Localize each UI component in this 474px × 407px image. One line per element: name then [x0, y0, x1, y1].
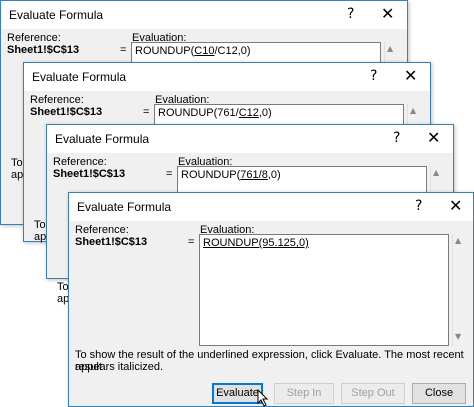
title-bar: Evaluate Formula ? ✕ — [24, 63, 430, 91]
help-icon[interactable]: ? — [347, 6, 354, 22]
evaluation-box[interactable]: ROUNDUP(95.125,0) — [199, 234, 449, 346]
evaluate-button[interactable]: Evaluate — [212, 383, 263, 404]
reference-value: Sheet1!$C$13 — [30, 106, 103, 118]
equals-sign: = — [166, 168, 173, 180]
scroll-up-icon[interactable]: ▲ — [455, 236, 461, 245]
close-icon[interactable]: ✕ — [404, 66, 417, 85]
expr-part-underlined: ROUNDUP(95.125,0) — [203, 237, 309, 249]
scroll-down-icon[interactable]: ▼ — [455, 332, 461, 341]
step-out-button[interactable]: Step Out — [341, 383, 405, 404]
message-fragment: To — [11, 157, 23, 169]
dialog-title: Evaluate Formula — [32, 70, 127, 84]
expr-part: ROUNDUP(761/ — [158, 107, 239, 119]
message-fragment: ap — [11, 169, 24, 181]
dialog-title: Evaluate Formula — [77, 200, 172, 214]
reference-label: Reference: — [30, 94, 84, 106]
title-bar: Evaluate Formula ? ✕ — [47, 125, 453, 153]
scroll-up-icon[interactable]: ▲ — [433, 168, 439, 177]
expr-part-underlined: C10 — [194, 45, 215, 57]
dialog-title: Evaluate Formula — [9, 8, 104, 22]
message-line-2: appears italicized. — [75, 361, 164, 373]
expr-part-underlined: 761/8 — [240, 169, 268, 181]
reference-value: Sheet1!$C$13 — [75, 236, 148, 248]
reference-label: Reference: — [75, 224, 129, 236]
expr-part: ROUNDUP( — [135, 45, 195, 57]
close-icon[interactable]: ✕ — [427, 128, 440, 147]
equals-sign: = — [188, 236, 195, 248]
reference-value: Sheet1!$C$13 — [53, 168, 126, 180]
expr-part: ,0) — [258, 107, 272, 119]
reference-label: Reference: — [53, 156, 107, 168]
help-icon[interactable]: ? — [415, 198, 422, 214]
message-fragment: To — [34, 219, 46, 231]
step-in-button[interactable]: Step In — [274, 383, 334, 404]
close-icon[interactable]: ✕ — [381, 4, 394, 23]
equals-sign: = — [120, 44, 127, 56]
expr-part-underlined: C12 — [238, 107, 259, 119]
scroll-up-icon[interactable]: ▲ — [410, 106, 416, 115]
scroll-up-icon[interactable]: ▲ — [387, 44, 393, 53]
help-icon[interactable]: ? — [370, 68, 377, 84]
message-fragment: ap — [34, 231, 47, 243]
title-bar: Evaluate Formula ? ✕ — [1, 1, 407, 29]
close-icon[interactable]: ✕ — [449, 196, 462, 215]
evaluation-scrollbar[interactable]: ▲ ▼ — [452, 234, 468, 346]
evaluate-formula-dialog-4: Evaluate Formula ? ✕ Reference: Sheet1!$… — [68, 192, 474, 407]
message-fragment: To — [57, 281, 69, 293]
expr-part: /C12,0) — [214, 45, 251, 57]
reference-value: Sheet1!$C$13 — [7, 44, 80, 56]
help-icon[interactable]: ? — [393, 130, 400, 146]
reference-label: Reference: — [7, 32, 61, 44]
mouse-pointer-icon — [257, 389, 269, 407]
equals-sign: = — [143, 106, 150, 118]
expr-part: ,0) — [267, 169, 281, 181]
expr-part: ROUNDUP( — [181, 169, 241, 181]
dialog-title: Evaluate Formula — [55, 132, 150, 146]
title-bar: Evaluate Formula ? ✕ — [69, 193, 473, 221]
close-button[interactable]: Close — [412, 383, 466, 404]
